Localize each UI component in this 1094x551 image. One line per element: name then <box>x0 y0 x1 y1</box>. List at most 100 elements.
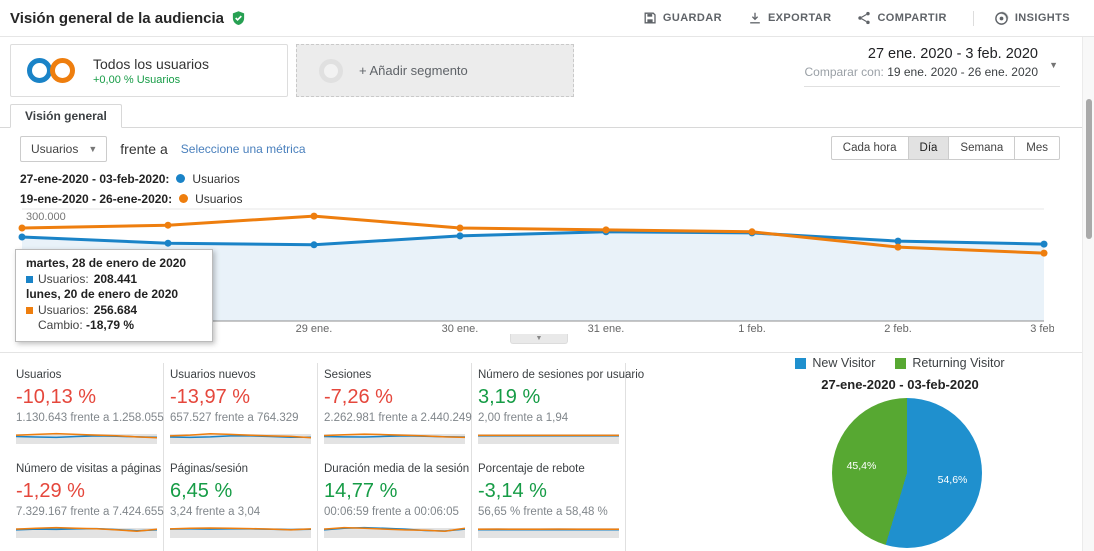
insights-icon <box>994 11 1009 26</box>
visitor-pie-chart[interactable]: 54,6% 45,4% <box>832 398 982 548</box>
segment-venn-icon <box>27 58 77 84</box>
chevron-down-icon: ▼ <box>88 144 97 154</box>
save-button[interactable]: GUARDAR <box>643 11 722 25</box>
title-wrap: Visión general de la audiencia <box>10 10 246 27</box>
metric-card-comparison: 657.527 frente a 764.329 <box>170 412 309 424</box>
sparkline <box>478 428 619 444</box>
date-range-compare: Comparar con: 19 ene. 2020 - 26 ene. 202… <box>804 65 1038 79</box>
section-divider <box>0 352 1083 353</box>
metric-card-title: Páginas/sesión <box>170 463 309 475</box>
header-actions: GUARDAR EXPORTAR COMPARTIR INSIGHTS <box>617 11 1070 26</box>
metric-card[interactable]: Usuarios -10,13 % 1.130.643 frente a 1.2… <box>10 363 164 457</box>
orange-series-swatch <box>26 307 33 314</box>
metric-card[interactable]: Número de sesiones por usuario 3,19 % 2,… <box>472 363 626 457</box>
series-dot-icon <box>179 194 188 203</box>
metric-card-title: Usuarios <box>16 369 155 381</box>
sparkline <box>16 522 157 538</box>
svg-text:3 feb.: 3 feb. <box>1030 323 1054 335</box>
sparkline <box>324 522 465 538</box>
chart-collapse-handle[interactable]: ▼ <box>510 334 568 344</box>
svg-text:30 ene.: 30 ene. <box>442 323 479 335</box>
sparkline <box>324 428 465 444</box>
metric-card-title: Usuarios nuevos <box>170 369 309 381</box>
add-segment-circle-icon <box>319 59 343 83</box>
visitor-type-section: New Visitor Returning Visitor 27-ene-2020… <box>720 356 1080 551</box>
export-icon <box>748 11 762 25</box>
metric-card-comparison: 3,24 frente a 3,04 <box>170 506 309 518</box>
metric-card-percent: -13,97 % <box>170 386 309 409</box>
pie-legend-item: Returning Visitor <box>895 356 1004 370</box>
metric-card-title: Número de visitas a páginas <box>16 463 155 475</box>
legend-swatch-icon <box>795 358 806 369</box>
segment-all-users[interactable]: Todos los usuarios +0,00 % Usuarios <box>10 44 288 97</box>
metric-card-percent: 3,19 % <box>478 386 617 409</box>
save-icon <box>643 11 657 25</box>
scrollbar-thumb[interactable] <box>1086 99 1092 239</box>
granularity-mes[interactable]: Mes <box>1015 136 1060 160</box>
segment-delta: +0,00 % Usuarios <box>93 74 209 86</box>
sparkline <box>170 428 311 444</box>
metric-card-comparison: 00:06:59 frente a 00:06:05 <box>324 506 463 518</box>
metric-card-percent: -1,29 % <box>16 480 155 503</box>
metric-card-percent: 14,77 % <box>324 480 463 503</box>
vs-label: frente a <box>120 141 167 157</box>
select-metric-link[interactable]: Seleccione una métrica <box>181 142 306 156</box>
audience-overview-page: Visión general de la audiencia GUARDAR EX… <box>0 0 1094 551</box>
tab-vision-general[interactable]: Visión general <box>10 104 122 128</box>
pie-slice-label: 45,4% <box>847 460 877 472</box>
metric-card-title: Sesiones <box>324 369 463 381</box>
granularity-día[interactable]: Día <box>909 136 950 160</box>
metric-card[interactable]: Usuarios nuevos -13,97 % 657.527 frente … <box>164 363 318 457</box>
metric-controls: Usuarios ▼ frente a Seleccione una métri… <box>20 136 306 162</box>
header: Visión general de la audiencia GUARDAR EX… <box>0 0 1094 37</box>
metric-card[interactable]: Porcentaje de rebote -3,14 % 56,65 % fre… <box>472 457 626 551</box>
metric-card-percent: -7,26 % <box>324 386 463 409</box>
export-button[interactable]: EXPORTAR <box>748 11 832 25</box>
pie-legend: New Visitor Returning Visitor <box>720 356 1080 370</box>
chart-tooltip: martes, 28 de enero de 2020 Usuarios: 20… <box>15 249 213 342</box>
metric-card-comparison: 1.130.643 frente a 1.258.055 <box>16 412 155 424</box>
pie-title: 27-ene-2020 - 03-feb-2020 <box>720 377 1080 392</box>
svg-text:2 feb.: 2 feb. <box>884 323 912 335</box>
page-title: Visión general de la audiencia <box>10 10 224 27</box>
shield-check-icon <box>231 10 246 26</box>
pie-legend-item: New Visitor <box>795 356 875 370</box>
add-segment-button[interactable]: + Añadir segmento <box>296 44 574 97</box>
metric-card[interactable]: Páginas/sesión 6,45 % 3,24 frente a 3,04 <box>164 457 318 551</box>
svg-text:31 ene.: 31 ene. <box>588 323 625 335</box>
share-icon <box>857 11 871 25</box>
date-range-picker[interactable]: 27 ene. 2020 - 3 feb. 2020 Comparar con:… <box>804 46 1060 87</box>
share-button[interactable]: COMPARTIR <box>857 11 946 25</box>
svg-text:300.000: 300.000 <box>26 211 66 223</box>
metric-card-comparison: 2.262.981 frente a 2.440.249 <box>324 412 463 424</box>
granularity-cada-hora[interactable]: Cada hora <box>831 136 909 160</box>
blue-series-swatch <box>26 276 33 283</box>
metric-card-comparison: 7.329.167 frente a 7.424.655 <box>16 506 155 518</box>
metric-card-percent: -10,13 % <box>16 386 155 409</box>
svg-text:1 feb.: 1 feb. <box>738 323 766 335</box>
add-segment-label: + Añadir segmento <box>359 63 468 78</box>
metric-select[interactable]: Usuarios ▼ <box>20 136 107 162</box>
tab-bar: Visión general <box>0 104 1083 128</box>
series-dot-icon <box>176 174 185 183</box>
granularity-buttons: Cada horaDíaSemanaMes <box>831 136 1060 160</box>
granularity-semana[interactable]: Semana <box>949 136 1015 160</box>
insights-button[interactable]: INSIGHTS <box>973 11 1070 26</box>
metric-card-comparison: 56,65 % frente a 58,48 % <box>478 506 617 518</box>
legend-swatch-icon <box>895 358 906 369</box>
sparkline <box>16 428 157 444</box>
metric-card-title: Porcentaje de rebote <box>478 463 617 475</box>
metric-card-comparison: 2,00 frente a 1,94 <box>478 412 617 424</box>
sparkline <box>170 522 311 538</box>
metric-card-percent: -3,14 % <box>478 480 617 503</box>
metric-card-title: Duración media de la sesión <box>324 463 463 475</box>
metric-cards: Usuarios -10,13 % 1.130.643 frente a 1.2… <box>10 363 626 551</box>
svg-text:29 ene.: 29 ene. <box>296 323 333 335</box>
date-range-primary: 27 ene. 2020 - 3 feb. 2020 <box>804 46 1038 62</box>
metric-card-percent: 6,45 % <box>170 480 309 503</box>
pie-slice-label: 54,6% <box>938 474 968 486</box>
metric-card[interactable]: Duración media de la sesión 14,77 % 00:0… <box>318 457 472 551</box>
metric-card[interactable]: Número de visitas a páginas -1,29 % 7.32… <box>10 457 164 551</box>
metric-card[interactable]: Sesiones -7,26 % 2.262.981 frente a 2.44… <box>318 363 472 457</box>
metric-card-title: Número de sesiones por usuario <box>478 369 617 381</box>
